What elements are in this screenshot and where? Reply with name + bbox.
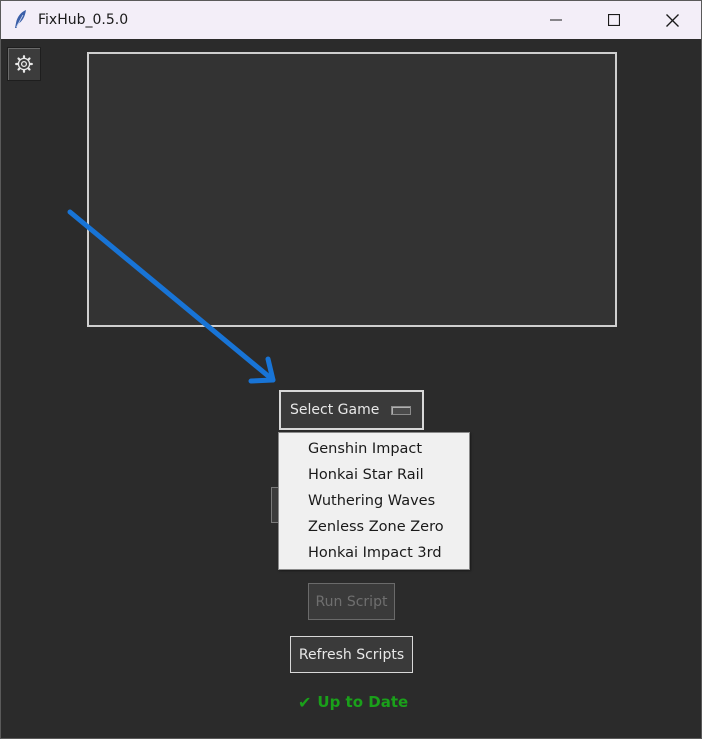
checkmark-icon: ✔	[298, 692, 312, 712]
menu-item-genshin-impact[interactable]: Genshin Impact	[279, 436, 469, 462]
close-button[interactable]	[643, 1, 701, 39]
menu-item-honkai-impact-3rd[interactable]: Honkai Impact 3rd	[279, 540, 469, 566]
title-bar[interactable]: FixHub_0.5.0	[1, 1, 701, 39]
window-title: FixHub_0.5.0	[38, 12, 129, 28]
menu-item-wuthering-waves[interactable]: Wuthering Waves	[279, 488, 469, 514]
update-status: ✔ Up to Date	[298, 690, 408, 714]
game-select-label: Select Game	[290, 402, 380, 418]
game-select-dropdown[interactable]: Select Game	[279, 390, 424, 430]
preview-panel	[87, 52, 617, 327]
minimize-icon	[550, 19, 562, 21]
status-text: Up to Date	[317, 693, 409, 711]
close-icon	[665, 13, 679, 27]
menu-item-honkai-star-rail[interactable]: Honkai Star Rail	[279, 462, 469, 488]
settings-button[interactable]	[7, 47, 41, 81]
refresh-scripts-button[interactable]: Refresh Scripts	[290, 636, 413, 673]
app-window: FixHub_0.5.0 Select Game Run Script Refr…	[0, 0, 702, 739]
run-script-button[interactable]: Run Script	[308, 583, 395, 620]
minimize-button[interactable]	[527, 1, 585, 39]
feather-icon	[15, 10, 26, 28]
game-options-menu: Genshin Impact Honkai Star Rail Wutherin…	[278, 432, 470, 570]
dropdown-indicator-icon	[391, 406, 411, 415]
maximize-icon	[608, 14, 620, 26]
gear-icon	[15, 55, 33, 73]
menu-item-zenless-zone-zero[interactable]: Zenless Zone Zero	[279, 514, 469, 540]
maximize-button[interactable]	[585, 1, 643, 39]
